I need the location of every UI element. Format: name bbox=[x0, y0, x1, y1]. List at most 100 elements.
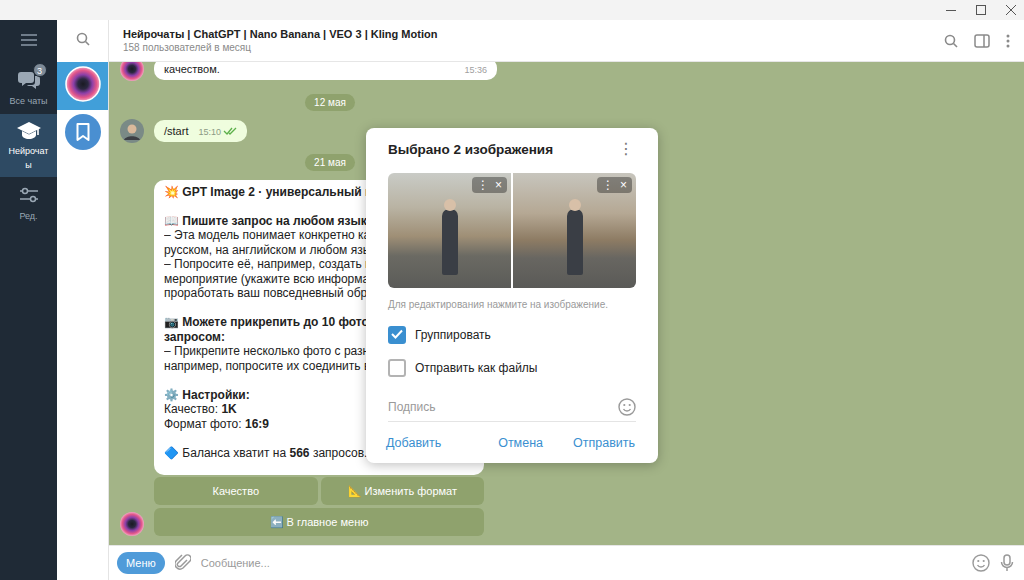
minimize-icon[interactable] bbox=[946, 5, 956, 15]
checkbox-label: Группировать bbox=[415, 325, 491, 345]
sidebar-toggle-icon[interactable] bbox=[974, 34, 990, 48]
checkbox[interactable] bbox=[388, 359, 406, 377]
edit-folder-icon bbox=[17, 184, 41, 206]
read-checks-icon bbox=[223, 127, 237, 137]
photo-person bbox=[567, 209, 583, 275]
chat-header-texts[interactable]: Нейрочаты | ChatGPT | Nano Banana | VEO … bbox=[123, 27, 944, 55]
bot-avatar-icon[interactable] bbox=[120, 62, 144, 81]
microphone-icon-svg[interactable] bbox=[1000, 554, 1014, 572]
sidebar-item[interactable]: Нейрочаты bbox=[0, 114, 57, 177]
close-icon-svg[interactable] bbox=[1006, 5, 1016, 15]
message-text: запросом: bbox=[164, 330, 225, 344]
maximize-icon[interactable] bbox=[976, 5, 986, 15]
input-bar: Меню bbox=[109, 545, 1024, 580]
search-icon[interactable] bbox=[944, 34, 958, 48]
keyboard-row: Качество📐 Изменить формат bbox=[154, 477, 484, 505]
menu-area bbox=[0, 20, 57, 62]
date-pill: 21 мая bbox=[305, 154, 355, 171]
folder-folder-icon-svg bbox=[17, 120, 41, 140]
bookmark-icon bbox=[65, 114, 101, 154]
message-text: 16:9 bbox=[245, 417, 269, 431]
emoji-icon[interactable] bbox=[618, 398, 636, 416]
photo-remove-button[interactable]: × bbox=[495, 177, 502, 193]
bot-avatar-icon[interactable] bbox=[120, 512, 144, 536]
photo-strip: ⋮×⋮× bbox=[388, 173, 636, 288]
user-avatar-icon-svg[interactable] bbox=[120, 119, 144, 143]
dialog-menu-button[interactable]: ⋮ bbox=[616, 139, 636, 159]
user-avatar-icon[interactable] bbox=[120, 119, 144, 143]
search-icon[interactable] bbox=[76, 32, 90, 50]
paperclip-icon-svg[interactable] bbox=[175, 554, 191, 572]
send-photos-dialog: Выбрано 2 изображения⋮⋮×⋮×Для редактиров… bbox=[366, 128, 658, 463]
hamburger-icon-svg[interactable] bbox=[21, 34, 37, 46]
message-text: – Эта модель понимает конкретно кажд bbox=[164, 228, 385, 242]
photo-menu-button[interactable]: ⋮ bbox=[477, 177, 489, 193]
keyboard-button[interactable]: Качество bbox=[154, 477, 318, 505]
emoji-icon[interactable] bbox=[972, 554, 990, 572]
message-time: 15:10 bbox=[198, 127, 221, 137]
message-text: 1K bbox=[221, 402, 236, 416]
minimize-icon-svg[interactable] bbox=[946, 5, 956, 15]
checkbox[interactable] bbox=[388, 326, 406, 344]
bot-avatar-icon-svg bbox=[65, 66, 101, 102]
message-text: русском, на английском и любом языке; bbox=[164, 243, 387, 257]
bot-avatar-icon bbox=[65, 66, 101, 106]
dialog-button[interactable]: Отправить bbox=[572, 434, 636, 452]
bot-avatar-icon-svg[interactable] bbox=[120, 512, 144, 536]
message-text: проработать ваш повседневный образ. bbox=[164, 286, 383, 300]
chat-list-item[interactable] bbox=[57, 62, 108, 110]
keyboard-button[interactable]: 📐 Изменить формат bbox=[321, 477, 485, 505]
photo-preview[interactable]: ⋮× bbox=[513, 173, 636, 288]
emoji-icon-svg[interactable] bbox=[972, 554, 990, 572]
edit-folder-icon-svg bbox=[19, 186, 39, 204]
photo-preview[interactable]: ⋮× bbox=[388, 173, 511, 288]
caption-input[interactable] bbox=[388, 400, 618, 414]
chat-title: Нейрочаты | ChatGPT | Nano Banana | VEO … bbox=[123, 27, 944, 41]
microphone-icon[interactable] bbox=[1000, 554, 1014, 572]
message-text: качеством. bbox=[164, 63, 454, 75]
message-text: – Попросите её, например, создать посте bbox=[164, 257, 396, 271]
message-meta: 15:10 bbox=[198, 127, 237, 137]
emoji-icon-svg[interactable] bbox=[618, 398, 636, 416]
title-bar bbox=[0, 0, 1024, 20]
menu-button[interactable]: Меню bbox=[117, 552, 165, 574]
message-input[interactable] bbox=[201, 557, 962, 569]
photo-tools: ⋮× bbox=[472, 177, 507, 193]
all-folder-icon: 3 bbox=[17, 69, 41, 91]
dialog-button[interactable]: Отмена bbox=[497, 434, 544, 452]
dialog-title: Выбрано 2 изображения bbox=[388, 142, 553, 157]
maximize-icon-svg[interactable] bbox=[976, 5, 986, 15]
search-icon-svg[interactable] bbox=[944, 34, 958, 48]
photo-tools: ⋮× bbox=[597, 177, 632, 193]
outgoing-bubble: /start15:10 bbox=[154, 120, 247, 142]
date-pill: 12 мая bbox=[305, 94, 355, 111]
paperclip-icon[interactable] bbox=[175, 554, 191, 572]
sidebar-item-label: Нейрочаты bbox=[6, 144, 52, 172]
hamburger-icon[interactable] bbox=[21, 32, 37, 50]
sidebar-toggle-icon-svg[interactable] bbox=[974, 34, 990, 48]
chat-list-item[interactable] bbox=[57, 110, 108, 158]
bot-avatar-icon-svg[interactable] bbox=[120, 62, 144, 81]
more-icon-svg[interactable] bbox=[1006, 34, 1010, 48]
chat-header: Нейрочаты | ChatGPT | Nano Banana | VEO … bbox=[109, 20, 1024, 62]
sidebar-item[interactable]: 3Все чаты bbox=[0, 62, 57, 114]
sidebar-item-label: Ред. bbox=[6, 209, 52, 223]
unread-badge: 3 bbox=[33, 63, 47, 77]
photo-menu-button[interactable]: ⋮ bbox=[602, 177, 614, 193]
checkbox-row[interactable]: Отправить как файлы bbox=[388, 358, 636, 378]
checkbox-row[interactable]: Группировать bbox=[388, 325, 636, 345]
message-text: 📖 Пишите запрос на любом языке: bbox=[164, 214, 378, 228]
close-icon[interactable] bbox=[1006, 5, 1016, 15]
keyboard-button[interactable]: ⬅️ В главное меню bbox=[154, 508, 484, 536]
photo-remove-button[interactable]: × bbox=[620, 177, 627, 193]
search-icon-svg[interactable] bbox=[76, 32, 90, 46]
more-icon[interactable] bbox=[1006, 34, 1010, 48]
sidebar-item[interactable]: Ред. bbox=[0, 177, 57, 229]
message-text: – Прикрепите несколько фото с разными bbox=[164, 344, 393, 358]
check-icon bbox=[391, 325, 403, 345]
inline-keyboard: Качество📐 Изменить формат ⬅️ В главное ме… bbox=[154, 477, 484, 536]
bookmark-icon-svg bbox=[65, 114, 101, 150]
dialog-button[interactable]: Добавить bbox=[385, 434, 442, 452]
incoming-bubble: качеством.15:36 bbox=[154, 62, 497, 80]
message-text: 📷 Можете прикрепить до 10 фото в од bbox=[164, 315, 398, 329]
